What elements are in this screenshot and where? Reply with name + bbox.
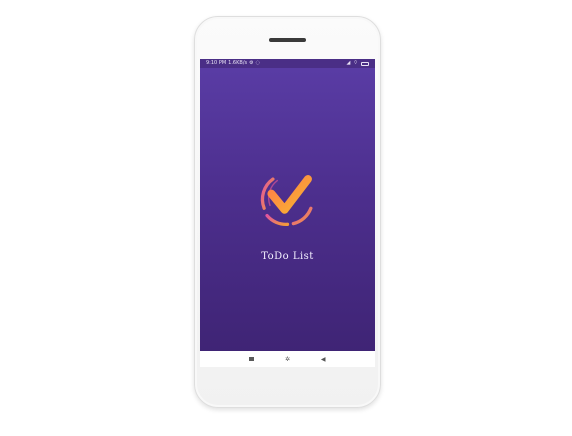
ring-arc-bottom [265, 213, 290, 226]
phone-frame: 9:10 PM 1.6KB/s ⚙ ◌ ◢ ⌔ ToDo List ✲ ◀ [194, 16, 381, 408]
settings-icon: ⚙ [249, 60, 254, 66]
status-bar-right: ◢ ⌔ [346, 59, 369, 68]
wifi-icon: ⌔ [353, 60, 358, 66]
signal-icon: ◢ [346, 60, 351, 66]
recents-icon [249, 357, 255, 361]
status-bar-left: 9:10 PM 1.6KB/s ⚙ ◌ [206, 59, 260, 68]
home-icon: ✲ [284, 355, 290, 363]
checkmark [267, 175, 312, 214]
status-bar: 9:10 PM 1.6KB/s ⚙ ◌ ◢ ⌔ [200, 59, 375, 68]
status-time: 9:10 PM [206, 60, 227, 66]
device-screen: 9:10 PM 1.6KB/s ⚙ ◌ ◢ ⌔ ToDo List [200, 59, 375, 351]
home-button[interactable]: ✲ [281, 353, 293, 365]
back-icon: ◀ [320, 355, 326, 363]
back-button[interactable]: ◀ [317, 353, 329, 365]
navigation-bar: ✲ ◀ [200, 351, 375, 367]
ring-arc-right [291, 206, 313, 226]
checkmark-ring-icon [260, 175, 313, 226]
status-speed: 1.6KB/s [228, 60, 248, 66]
sync-icon: ◌ [255, 60, 260, 66]
stage: 9:10 PM 1.6KB/s ⚙ ◌ ◢ ⌔ ToDo List ✲ ◀ [0, 0, 572, 436]
app-name: ToDo List [261, 251, 314, 262]
battery-icon [361, 61, 369, 66]
recents-button[interactable] [246, 353, 258, 365]
earpiece-speaker [269, 38, 306, 42]
